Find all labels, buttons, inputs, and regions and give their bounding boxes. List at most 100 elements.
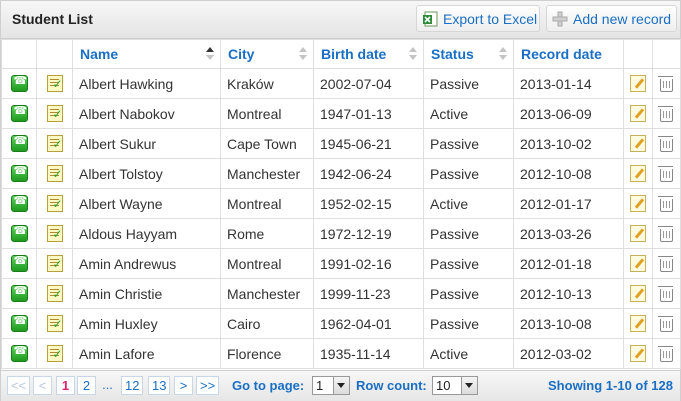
call-cell[interactable] [1, 68, 37, 99]
notes-icon[interactable] [46, 315, 63, 333]
column-header-city[interactable]: City [220, 39, 314, 69]
notes-cell[interactable] [36, 68, 73, 99]
page-2-button[interactable]: 2 [77, 376, 96, 395]
notes-cell[interactable] [36, 278, 73, 309]
edit-cell[interactable] [623, 128, 653, 159]
column-header-birth-date[interactable]: Birth date [313, 39, 424, 69]
edit-cell[interactable] [623, 188, 653, 219]
table-row[interactable]: Albert HawkingKraków2002-07-04Passive201… [1, 68, 681, 99]
edit-icon[interactable] [630, 285, 646, 303]
table-row[interactable]: Albert NabokovMontreal1947-01-13Active20… [1, 98, 681, 129]
export-to-excel-button[interactable]: Export to Excel [416, 5, 540, 32]
edit-icon[interactable] [630, 135, 646, 153]
table-row[interactable]: Albert WayneMontreal1952-02-15Active2012… [1, 188, 681, 219]
page-13-button[interactable]: 13 [148, 376, 171, 395]
trash-icon[interactable] [658, 286, 673, 303]
next-page-button[interactable]: > [174, 376, 193, 395]
go-to-page-select[interactable]: 1 [312, 376, 350, 395]
row-count-select[interactable]: 10 [432, 376, 478, 395]
edit-icon[interactable] [630, 75, 646, 93]
edit-icon[interactable] [630, 105, 646, 123]
phone-icon[interactable] [10, 284, 28, 303]
notes-icon[interactable] [46, 195, 63, 213]
edit-cell[interactable] [623, 248, 653, 279]
call-cell[interactable] [1, 98, 37, 129]
phone-icon[interactable] [10, 314, 28, 333]
edit-cell[interactable] [623, 278, 653, 309]
trash-icon[interactable] [658, 76, 673, 93]
call-cell[interactable] [1, 248, 37, 279]
notes-icon[interactable] [46, 225, 63, 243]
call-cell[interactable] [1, 338, 37, 369]
edit-icon[interactable] [630, 315, 646, 333]
phone-icon[interactable] [10, 134, 28, 153]
call-cell[interactable] [1, 278, 37, 309]
trash-icon[interactable] [658, 106, 673, 123]
phone-icon[interactable] [10, 254, 28, 273]
column-header-record-date[interactable]: Record date [513, 39, 624, 69]
delete-cell[interactable] [652, 158, 681, 189]
trash-icon[interactable] [658, 256, 673, 273]
notes-cell[interactable] [36, 158, 73, 189]
delete-cell[interactable] [652, 248, 681, 279]
call-cell[interactable] [1, 128, 37, 159]
edit-cell[interactable] [623, 338, 653, 369]
delete-cell[interactable] [652, 308, 681, 339]
notes-cell[interactable] [36, 188, 73, 219]
table-row[interactable]: Amin LaforeFlorence1935-11-14Active2012-… [1, 338, 681, 369]
phone-icon[interactable] [10, 164, 28, 183]
notes-cell[interactable] [36, 308, 73, 339]
phone-icon[interactable] [10, 194, 28, 213]
edit-cell[interactable] [623, 98, 653, 129]
notes-cell[interactable] [36, 338, 73, 369]
call-cell[interactable] [1, 188, 37, 219]
delete-cell[interactable] [652, 98, 681, 129]
delete-cell[interactable] [652, 68, 681, 99]
page-12-button[interactable]: 12 [121, 376, 144, 395]
notes-cell[interactable] [36, 248, 73, 279]
trash-icon[interactable] [658, 196, 673, 213]
edit-cell[interactable] [623, 68, 653, 99]
phone-icon[interactable] [10, 74, 28, 93]
call-cell[interactable] [1, 218, 37, 249]
call-cell[interactable] [1, 158, 37, 189]
first-page-button[interactable]: << [7, 376, 31, 395]
notes-icon[interactable] [46, 105, 63, 123]
call-cell[interactable] [1, 308, 37, 339]
phone-icon[interactable] [10, 344, 28, 363]
phone-icon[interactable] [10, 224, 28, 243]
notes-icon[interactable] [46, 165, 63, 183]
table-row[interactable]: Aldous HayyamRome1972-12-19Passive2013-0… [1, 218, 681, 249]
prev-page-button[interactable]: < [33, 376, 52, 395]
column-header-status[interactable]: Status [423, 39, 514, 69]
delete-cell[interactable] [652, 128, 681, 159]
edit-icon[interactable] [630, 195, 646, 213]
last-page-button[interactable]: >> [196, 376, 220, 395]
edit-icon[interactable] [630, 345, 646, 363]
notes-icon[interactable] [46, 135, 63, 153]
delete-cell[interactable] [652, 278, 681, 309]
notes-cell[interactable] [36, 98, 73, 129]
table-row[interactable]: Albert TolstoyManchester1942-06-24Passiv… [1, 158, 681, 189]
page-1-button[interactable]: 1 [56, 376, 75, 395]
delete-cell[interactable] [652, 338, 681, 369]
edit-icon[interactable] [630, 225, 646, 243]
table-row[interactable]: Amin AndrewusMontreal1991-02-16Passive20… [1, 248, 681, 279]
table-row[interactable]: Amin HuxleyCairo1962-04-01Passive2013-10… [1, 308, 681, 339]
notes-cell[interactable] [36, 218, 73, 249]
add-new-record-button[interactable]: Add new record [546, 5, 677, 32]
notes-icon[interactable] [46, 285, 63, 303]
edit-cell[interactable] [623, 158, 653, 189]
edit-cell[interactable] [623, 308, 653, 339]
trash-icon[interactable] [658, 166, 673, 183]
delete-cell[interactable] [652, 188, 681, 219]
table-row[interactable]: Amin ChristieManchester1999-11-23Passive… [1, 278, 681, 309]
phone-icon[interactable] [10, 104, 28, 123]
trash-icon[interactable] [658, 226, 673, 243]
delete-cell[interactable] [652, 218, 681, 249]
edit-icon[interactable] [630, 165, 646, 183]
notes-icon[interactable] [46, 345, 63, 363]
trash-icon[interactable] [658, 346, 673, 363]
trash-icon[interactable] [658, 316, 673, 333]
trash-icon[interactable] [658, 136, 673, 153]
